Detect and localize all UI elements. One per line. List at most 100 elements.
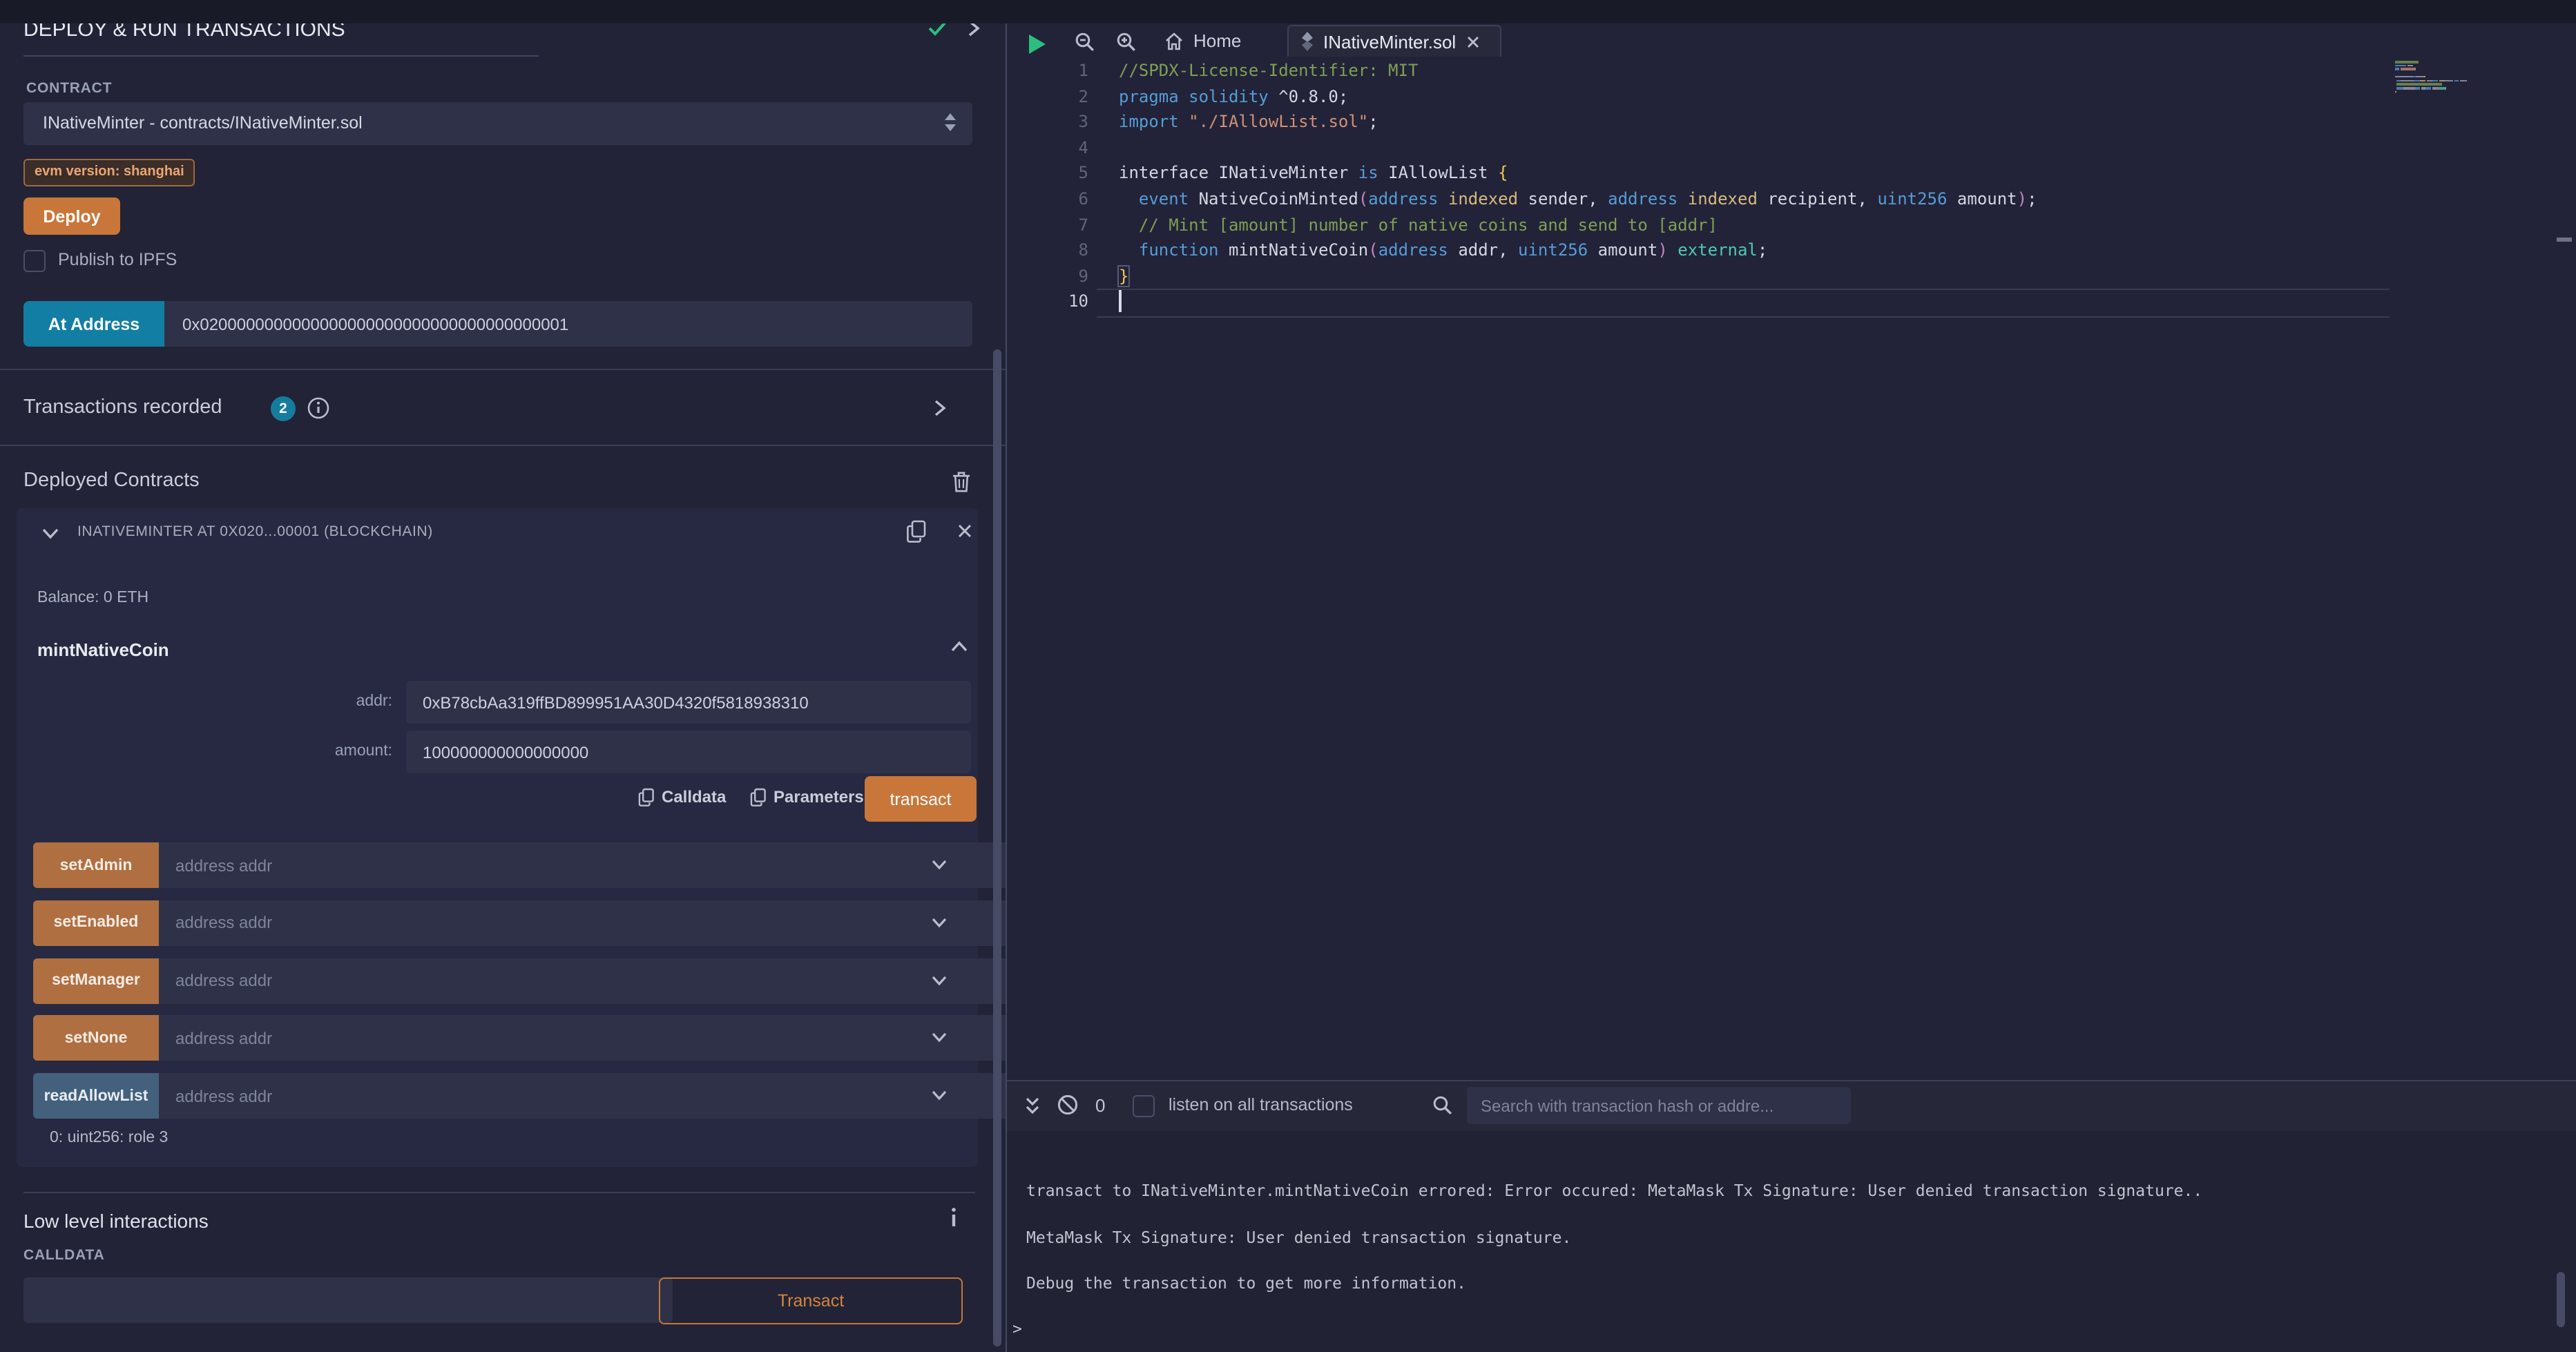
amount-input[interactable] [406, 731, 971, 773]
deployed-contracts-title: Deployed Contracts [23, 470, 200, 492]
minimap-line [2432, 87, 2437, 89]
title-underline [23, 55, 539, 57]
fn-setManager-button[interactable]: setManager [33, 958, 159, 1003]
minimap-line [2395, 90, 2396, 93]
tab-active-file[interactable]: INativeMinter.sol [1287, 25, 1501, 57]
copy-address-icon[interactable] [906, 519, 927, 544]
addr-input[interactable] [406, 681, 971, 724]
transactions-recorded-label: Transactions recorded [23, 396, 222, 418]
terminal-scrollbar[interactable] [2557, 1272, 2565, 1327]
code-line[interactable]: 4 [1007, 135, 2390, 162]
publish-ipfs-checkbox[interactable] [23, 250, 46, 272]
low-level-divider [23, 1192, 975, 1193]
fn-setAdmin-button[interactable]: setAdmin [33, 842, 159, 888]
function-row: setAdmin [33, 842, 961, 888]
minimap-line [2401, 79, 2414, 81]
calldata-copy-icon[interactable] [638, 787, 655, 808]
low-level-info-icon [950, 1207, 957, 1228]
fn-setEnabled-button[interactable]: setEnabled [33, 900, 159, 946]
code-line[interactable]: 6 event NativeCoinMinted(address indexed… [1007, 186, 2390, 213]
deploy-button[interactable]: Deploy [23, 197, 120, 235]
at-address-input[interactable] [164, 301, 972, 347]
code-line[interactable]: 1//SPDX-License-Identifier: MIT [1007, 58, 2390, 84]
transact-button[interactable]: transact [865, 776, 977, 822]
code-line[interactable]: 2 pragma solidity ^0.8.0; [1007, 84, 2390, 110]
tab-close-icon[interactable] [1467, 35, 1479, 48]
trash-icon[interactable] [952, 471, 971, 493]
terminal-log-line: Debug the transaction to get more inform… [1026, 1273, 1466, 1293]
code-editor[interactable]: 1//SPDX-License-Identifier: MIT2 pragma s… [1007, 55, 2390, 1080]
transactions-expand-button[interactable] [934, 399, 946, 417]
expanded-function-name: mintNativeCoin [37, 639, 169, 660]
terminal-search-input[interactable] [1467, 1087, 1851, 1124]
fn-expand-chevron-icon[interactable] [931, 974, 948, 987]
fn-readAllowList-button[interactable]: readAllowList [33, 1073, 159, 1119]
tab-home[interactable]: Home [1164, 25, 1241, 57]
card-collapse-icon[interactable] [41, 528, 59, 540]
terminal-prompt[interactable]: > [1012, 1319, 1022, 1338]
text-cursor [1119, 291, 1121, 313]
terminal-log-line: MetaMask Tx Signature: User denied trans… [1026, 1227, 1571, 1246]
amount-label: amount: [17, 743, 392, 760]
line-number: 2 [1007, 84, 1088, 110]
minimap-line [2460, 79, 2465, 81]
minimap-line [2395, 61, 2419, 63]
function-row: setManager [33, 958, 961, 1003]
function-output-text: 0: uint256: role 3 [50, 1130, 168, 1146]
code-text: interface INativeMinter is IAllowList { [1119, 161, 1508, 187]
scroll-to-bottom-icon[interactable] [1025, 1097, 1040, 1116]
code-line[interactable]: 7 // Mint [amount] number of native coin… [1007, 212, 2390, 238]
line-number: 4 [1007, 135, 1088, 162]
minimap-line [2421, 87, 2425, 89]
fn-expand-chevron-icon[interactable] [931, 1090, 948, 1102]
parameters-copy-label[interactable]: Parameters [773, 787, 864, 807]
code-text: import "./IAllowList.sol"; [1119, 109, 1378, 135]
code-line[interactable]: 9} [1007, 264, 2390, 290]
tab-home-label: Home [1193, 30, 1241, 51]
info-icon [307, 396, 330, 420]
code-text: event NativeCoinMinted(address indexed s… [1119, 186, 2037, 213]
clear-console-icon[interactable] [1057, 1094, 1079, 1116]
minimap-line [2439, 87, 2445, 89]
zoom-out-icon[interactable] [1075, 32, 1095, 52]
line-number: 1 [1007, 58, 1088, 84]
fn-setNone-button[interactable]: setNone [33, 1016, 159, 1061]
low-level-calldata-input[interactable] [23, 1277, 673, 1323]
minimap-line [2454, 79, 2459, 81]
balance-text: Balance: 0 ETH [37, 590, 148, 606]
code-text: pragma solidity ^0.8.0; [1119, 84, 1348, 110]
line-number: 8 [1007, 238, 1088, 264]
low-level-transact-button[interactable]: Transact [659, 1277, 963, 1324]
select-stepper-icon [945, 113, 956, 131]
line-number: 6 [1007, 186, 1088, 213]
editor-region: Home INativeMinter.sol 1//SPDX-License-I… [1007, 0, 2576, 1080]
fn-expand-chevron-icon[interactable] [931, 917, 948, 929]
at-address-button[interactable]: At Address [23, 301, 164, 347]
contract-select[interactable]: INativeMinter - contracts/INativeMinter.… [23, 102, 972, 145]
code-line[interactable]: 3 import "./IAllowList.sol"; [1007, 109, 2390, 135]
code-line[interactable]: 5interface INativeMinter is IAllowList { [1007, 161, 2390, 187]
calldata-label: CALLDATA [23, 1247, 105, 1264]
panel-scrollbar[interactable] [993, 349, 1001, 1346]
overview-ruler-marker [2557, 238, 2572, 242]
zoom-in-icon[interactable] [1116, 32, 1137, 52]
minimap[interactable] [2390, 55, 2558, 1080]
parameters-copy-icon[interactable] [750, 787, 767, 808]
code-text: } [1119, 264, 1128, 290]
listen-transactions-label: listen on all transactions [1169, 1095, 1353, 1114]
code-line[interactable]: 10 [1007, 289, 2390, 316]
pending-tx-count: 0 [1095, 1095, 1105, 1116]
calldata-copy-label[interactable]: Calldata [662, 787, 726, 807]
contract-card-title: INATIVEMINTER AT 0X020...00001 (BLOCKCHA… [77, 523, 433, 540]
function-collapse-icon[interactable] [950, 641, 968, 653]
run-script-play-icon[interactable] [1029, 35, 1046, 54]
minimap-line [2414, 79, 2420, 81]
listen-transactions-checkbox[interactable] [1133, 1095, 1155, 1117]
function-row: setNone [33, 1016, 961, 1061]
fn-expand-chevron-icon[interactable] [931, 859, 948, 871]
code-line[interactable]: 8 function mintNativeCoin(address addr, … [1007, 238, 2390, 264]
fn-expand-chevron-icon[interactable] [931, 1032, 948, 1045]
minimap-line [2416, 76, 2423, 78]
line-number: 3 [1007, 109, 1088, 135]
remove-contract-icon[interactable] [957, 523, 972, 539]
